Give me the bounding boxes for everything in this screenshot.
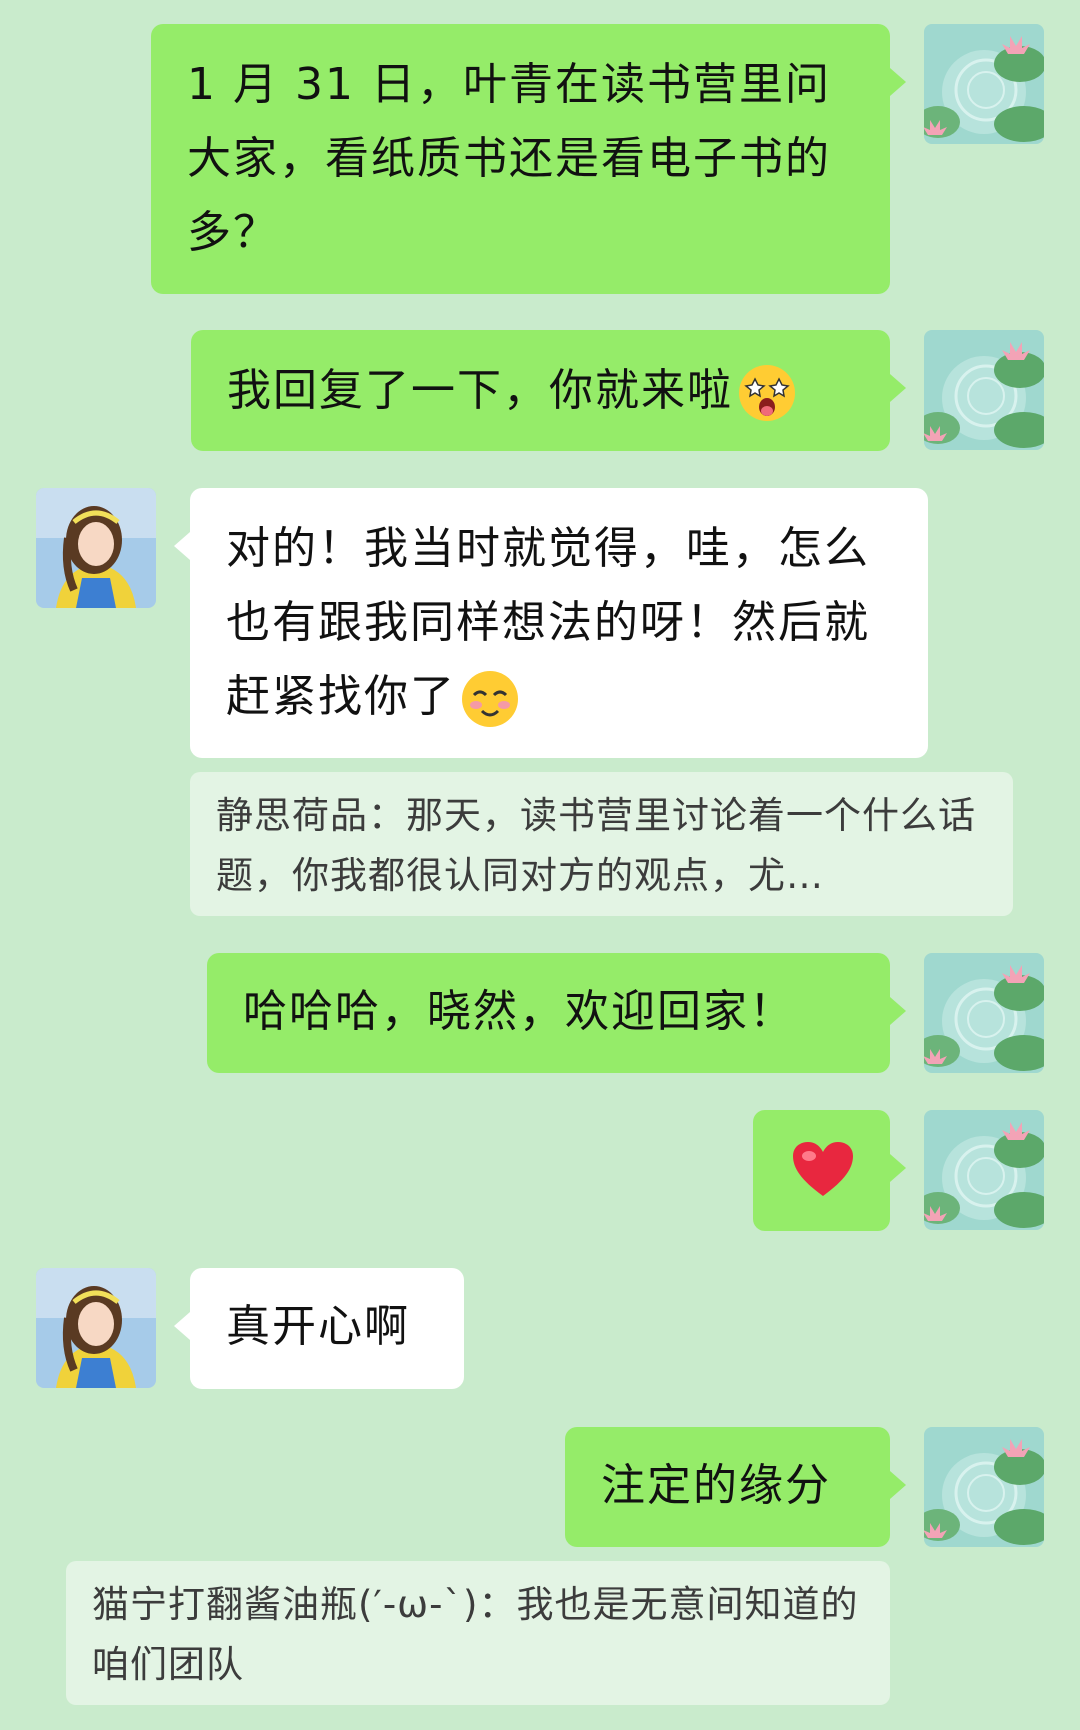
quote-text: 猫宁打翻酱油瓶(′-ω-`)：我也是无意间知道的咱们团队 (92, 1583, 859, 1686)
quote-text: 静思荷品：那天，读书营里讨论着一个什么话题，你我都很认同对方的观点，尤… (216, 794, 976, 897)
quoted-message[interactable]: 猫宁打翻酱油瓶(′-ω-`)：我也是无意间知道的咱们团队 (66, 1561, 890, 1705)
lotus-pond-avatar-image (924, 330, 1044, 450)
girl-portrait-avatar-image (36, 1268, 156, 1388)
message-text: 1 月 31 日，叶青在读书营里问大家，看纸质书还是看电子书的多？ (187, 59, 831, 258)
quoted-message[interactable]: 静思荷品：那天，读书营里讨论着一个什么话题，你我都很认同对方的观点，尤… (190, 772, 1013, 916)
lotus-pond-avatar-image (924, 953, 1044, 1073)
star-struck-face-emoji (739, 365, 795, 421)
avatar-self[interactable] (924, 953, 1044, 1073)
message-bubble-incoming[interactable]: 真开心啊 (174, 1268, 464, 1389)
avatar-other[interactable] (36, 488, 156, 608)
message-bubble-outgoing[interactable]: 注定的缘分 (565, 1427, 906, 1547)
lotus-pond-avatar-image (924, 1110, 1044, 1230)
lotus-pond-avatar-image (924, 24, 1044, 144)
girl-portrait-avatar-image (36, 488, 156, 608)
avatar-self[interactable] (924, 330, 1044, 450)
avatar-self[interactable] (924, 1427, 1044, 1547)
message-text: 哈哈哈，晓然，欢迎回家！ (243, 986, 795, 1037)
blushing-smile-emoji (462, 671, 518, 727)
message-bubble-outgoing[interactable]: 哈哈哈，晓然，欢迎回家！ (207, 953, 906, 1073)
message-text: 真开心啊 (226, 1301, 410, 1352)
lotus-pond-avatar-image (924, 1427, 1044, 1547)
red-heart-emoji (793, 1142, 853, 1196)
message-text: 注定的缘分 (601, 1460, 831, 1511)
message-bubble-incoming[interactable]: 对的！我当时就觉得，哇，怎么也有跟我同样想法的呀！然后就赶紧找你了 (174, 488, 928, 758)
avatar-other[interactable] (36, 1268, 156, 1388)
message-text: 对的！我当时就觉得，哇，怎么也有跟我同样想法的呀！然后就赶紧找你了 (226, 523, 870, 722)
message-bubble-outgoing[interactable] (753, 1110, 906, 1231)
message-text: 我回复了一下，你就来啦 (227, 365, 733, 416)
avatar-self[interactable] (924, 24, 1044, 144)
message-bubble-outgoing[interactable]: 我回复了一下，你就来啦 (191, 330, 906, 451)
avatar-self[interactable] (924, 1110, 1044, 1230)
message-bubble-outgoing[interactable]: 1 月 31 日，叶青在读书营里问大家，看纸质书还是看电子书的多？ (151, 24, 906, 294)
